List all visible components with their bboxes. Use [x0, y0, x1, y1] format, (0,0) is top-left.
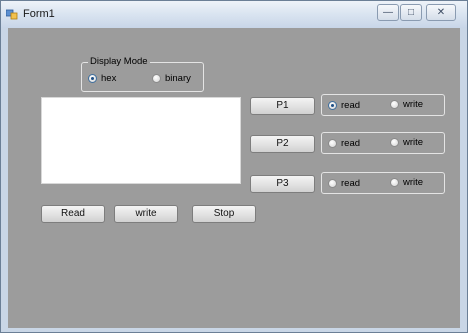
radio-checked-icon: [88, 74, 97, 83]
radio-unchecked-icon: [390, 178, 399, 187]
write-button[interactable]: write: [114, 205, 178, 223]
app-icon: [6, 9, 18, 20]
output-textbox[interactable]: [41, 97, 241, 184]
radio-unchecked-icon: [390, 138, 399, 147]
form-client-area: Display Mode hex binary P1 read write P2: [8, 28, 460, 328]
radio-unchecked-icon: [328, 139, 337, 148]
maximize-button[interactable]: □: [400, 4, 422, 21]
read-button[interactable]: Read: [41, 205, 105, 223]
display-mode-group: Display Mode hex binary: [81, 56, 204, 92]
minimize-button[interactable]: —: [377, 4, 399, 21]
title-bar[interactable]: Form1 — □ ✕: [1, 1, 467, 28]
maximize-icon: □: [407, 7, 415, 18]
close-button[interactable]: ✕: [426, 4, 456, 21]
p3-button[interactable]: P3: [250, 175, 315, 193]
p1-button[interactable]: P1: [250, 97, 315, 115]
radio-unchecked-icon: [390, 100, 399, 109]
radio-checked-icon: [328, 101, 337, 110]
stop-button[interactable]: Stop: [192, 205, 256, 223]
minimize-icon: —: [383, 7, 393, 18]
close-icon: ✕: [436, 7, 446, 18]
form1-window: Form1 — □ ✕ Display Mode hex binary P1 r…: [0, 0, 468, 333]
radio-unchecked-icon: [328, 179, 337, 188]
radio-unchecked-icon: [152, 74, 161, 83]
p3-mode-group: read write: [321, 172, 445, 194]
window-title: Form1: [23, 8, 55, 20]
p1-mode-group: read write: [321, 94, 445, 116]
p2-mode-group: read write: [321, 132, 445, 154]
p2-button[interactable]: P2: [250, 135, 315, 153]
display-mode-label: Display Mode: [88, 56, 150, 68]
